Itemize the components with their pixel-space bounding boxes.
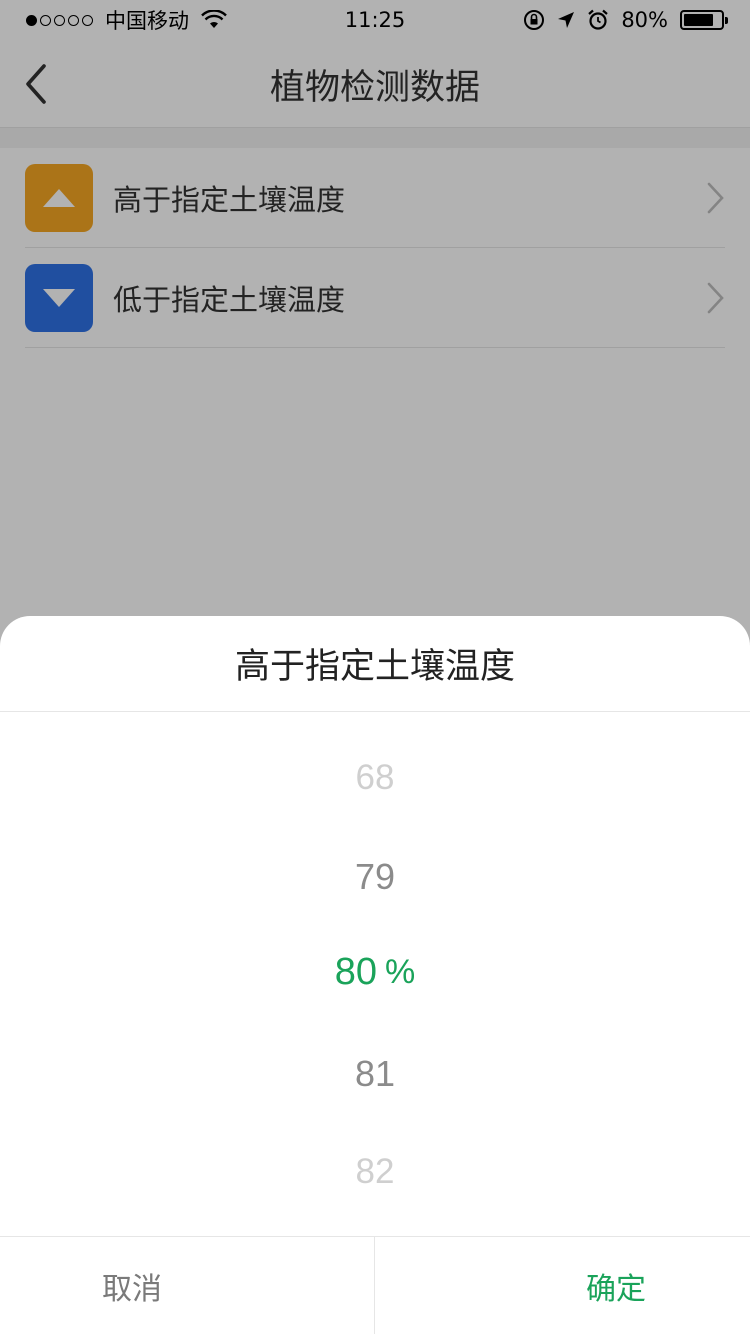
picker-option[interactable]: 81 (0, 1038, 750, 1110)
picker-option-selected[interactable]: 80% (0, 934, 750, 1010)
sheet-title: 高于指定土壤温度 (0, 616, 750, 712)
picker-sheet: 高于指定土壤温度 68 79 80% 81 82 取消 确定 (0, 616, 750, 1334)
sheet-actions: 取消 确定 (0, 1236, 750, 1334)
picker-option[interactable]: 79 (0, 841, 750, 913)
value-picker[interactable]: 68 79 80% 81 82 (0, 713, 750, 1236)
picker-option[interactable]: 68 (0, 743, 750, 813)
selected-value: 80 (334, 950, 378, 993)
confirm-button[interactable]: 确定 (375, 1237, 750, 1334)
picker-option[interactable]: 82 (0, 1137, 750, 1207)
selected-unit: % (385, 952, 416, 991)
cancel-button[interactable]: 取消 (0, 1237, 375, 1334)
